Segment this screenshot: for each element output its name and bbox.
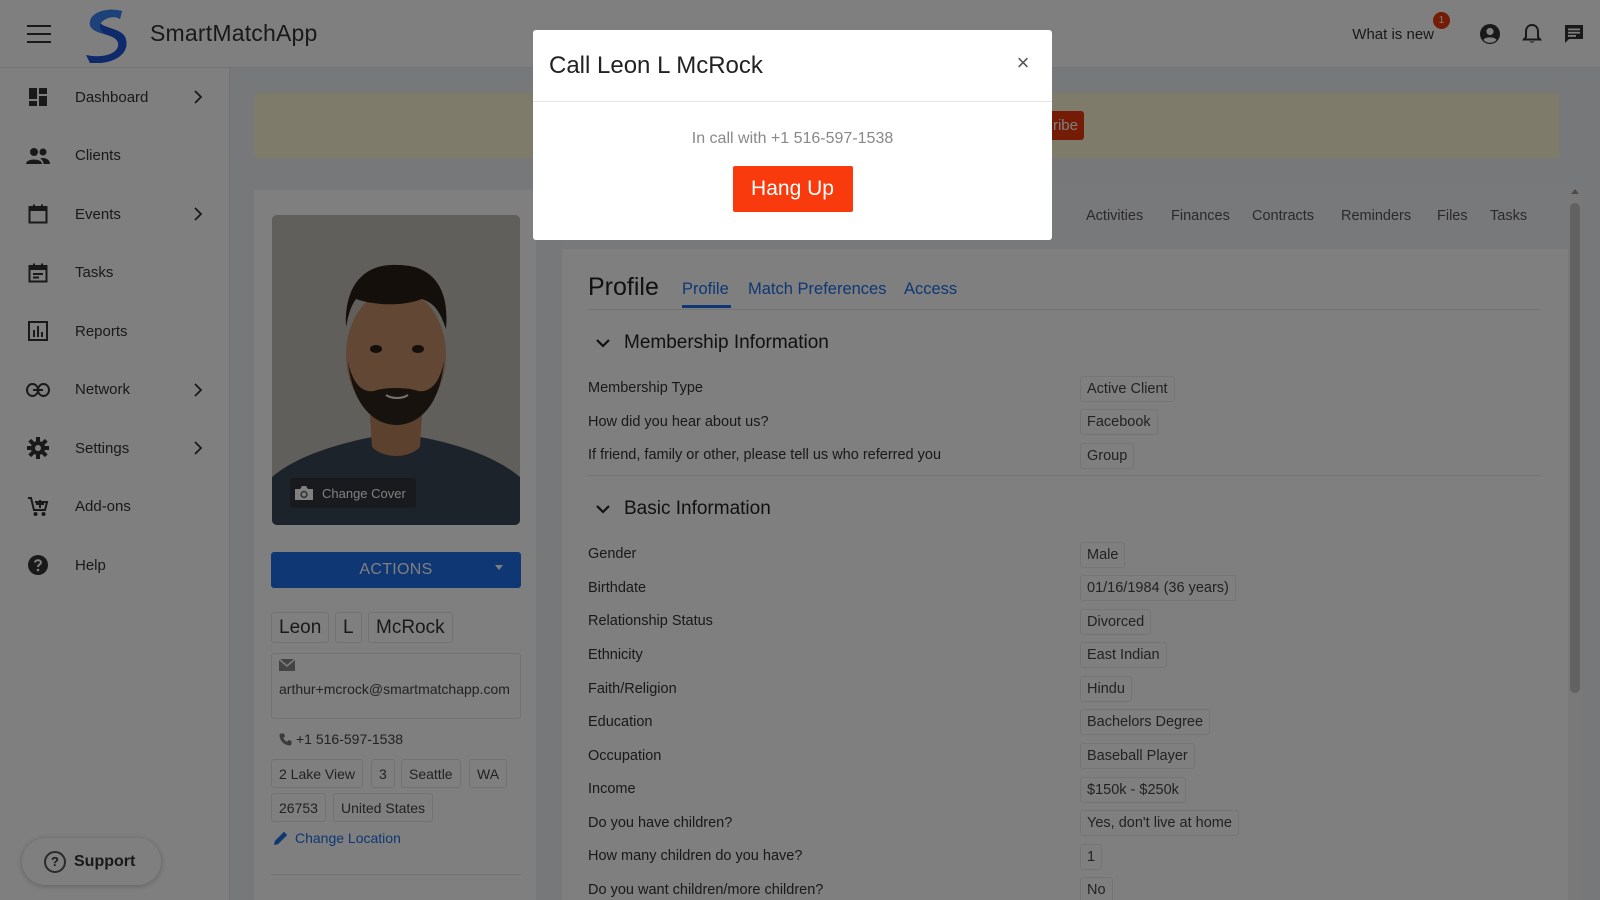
dialog-header: Call Leon L McRock × (533, 30, 1052, 102)
dialog-body: In call with +1 516-597-1538 Hang Up (533, 130, 1052, 212)
close-icon[interactable]: × (1012, 52, 1034, 74)
hang-up-button[interactable]: Hang Up (732, 166, 853, 212)
dialog-title: Call Leon L McRock (549, 51, 763, 79)
call-status-text: In call with +1 516-597-1538 (691, 130, 894, 147)
call-dialog: Call Leon L McRock × In call with +1 516… (533, 30, 1052, 240)
